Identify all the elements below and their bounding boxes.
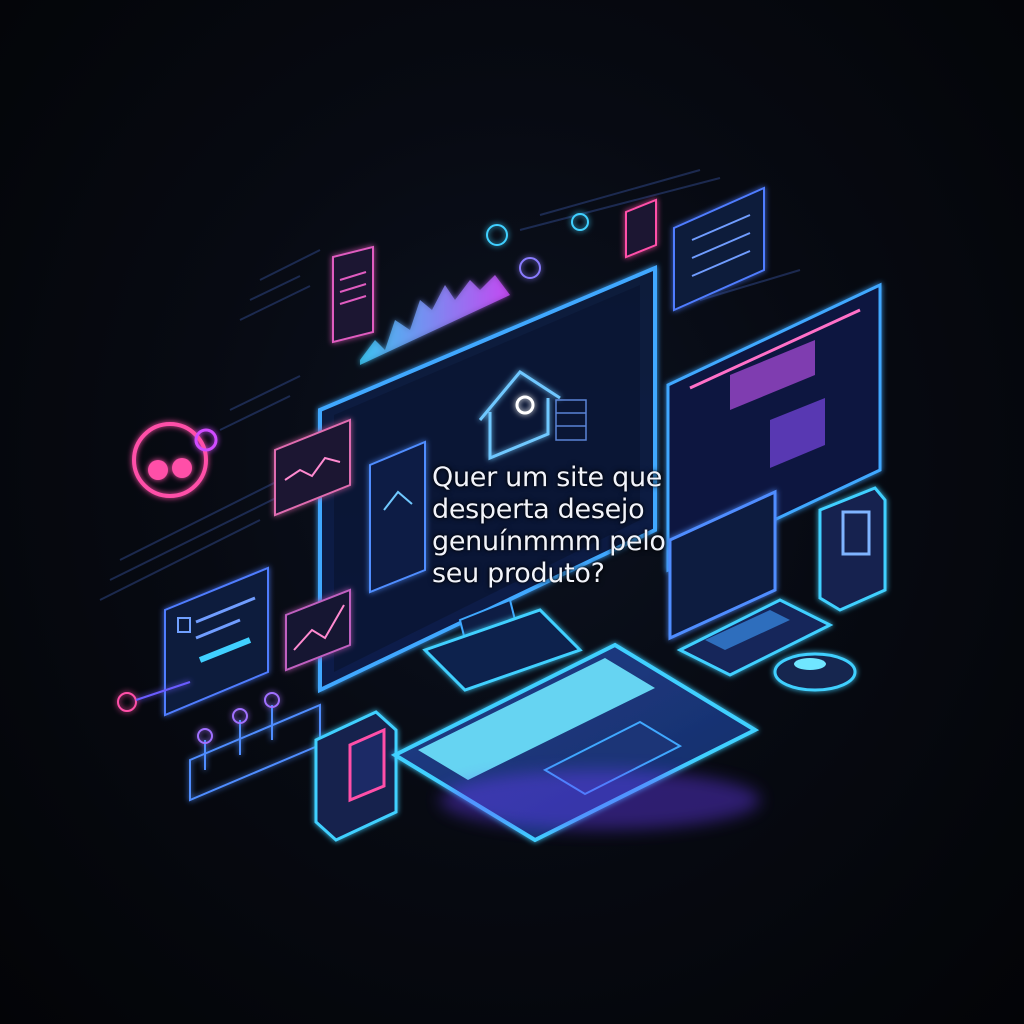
- keyboard-glow: [440, 770, 760, 830]
- gear-icon: [486, 213, 589, 279]
- headset-icon: [132, 422, 218, 498]
- server-icon: [314, 710, 398, 842]
- form-panel: [164, 566, 269, 717]
- headline: Quer um site que desperta desejo genuínm…: [432, 462, 762, 590]
- mouse-icon: [773, 652, 857, 692]
- phone-card: [369, 440, 426, 594]
- headline-line-1: Quer um site que: [432, 462, 663, 493]
- tower-icon: [818, 486, 887, 612]
- headline-line-2: desperta desejo: [432, 494, 645, 525]
- network-icon: [117, 681, 321, 802]
- headline-line-3: genuínmmm pelo: [432, 526, 666, 557]
- headline-line-4: seu produto?: [432, 558, 605, 589]
- document-card-pink: [332, 245, 374, 344]
